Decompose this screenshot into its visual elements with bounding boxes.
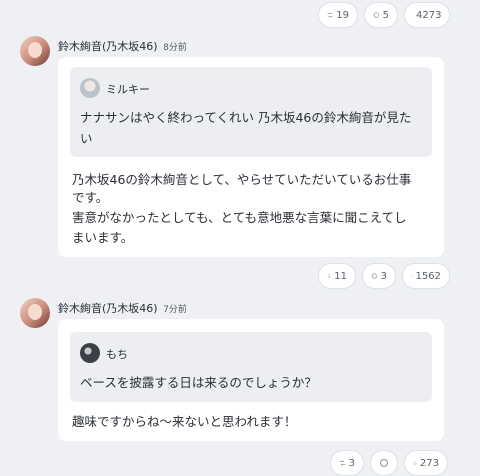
repost-button[interactable]: 19 — [318, 2, 358, 28]
cheer-button[interactable]: 1562 — [402, 263, 450, 289]
post-author[interactable]: 鈴木絢音(乃木坂46) 8分前 — [58, 38, 187, 54]
question-box: もち ベースを披露する日は来るのでしょうか？ — [70, 332, 432, 402]
repost-count: 3 — [348, 457, 355, 469]
question-text-2: い — [80, 131, 93, 146]
cheer-icon — [411, 275, 413, 277]
post-reaction-bar: 3 273 — [330, 450, 448, 476]
repost-count: 19 — [336, 9, 349, 21]
question-box: ミルキー ナナサンはやく終わってくれい 乃木坂46の鈴木絢音が見た い — [70, 67, 432, 157]
repost-icon — [327, 12, 333, 18]
author-name: 鈴木絢音(乃木坂46) — [58, 40, 158, 53]
reply-button[interactable]: 3 — [362, 263, 396, 289]
question-user-avatar — [80, 343, 100, 363]
post-time: 8分前 — [163, 43, 187, 53]
answer-line-2: です。 — [72, 190, 109, 205]
post-reaction-bar: 11 3 1562 — [318, 263, 450, 289]
cheer-button[interactable]: 273 — [404, 450, 448, 476]
post-card: ミルキー ナナサンはやく終わってくれい 乃木坂46の鈴木絢音が見た い 乃木坂4… — [58, 57, 444, 257]
answer-line-1: 乃木坂46の鈴木絢音として、やらせていただいているお仕事 — [72, 172, 412, 187]
repost-icon — [339, 460, 345, 466]
reply-count: 5 — [382, 9, 389, 21]
cheer-button[interactable]: 4273 — [404, 2, 450, 28]
top-reaction-bar: 19 5 4273 — [318, 2, 450, 28]
question-user-name: もち — [106, 348, 128, 361]
question-text-1: ベースを披露する日は来るのでしょうか？ — [80, 375, 317, 390]
reply-icon — [371, 273, 377, 279]
cheer-count: 1562 — [415, 270, 441, 282]
question-user-avatar — [80, 78, 100, 98]
repost-icon — [327, 274, 331, 278]
repost-count: 11 — [334, 270, 347, 282]
reply-count: 3 — [380, 270, 387, 282]
reply-icon — [380, 459, 388, 467]
reply-icon — [373, 12, 379, 18]
question-text-1: ナナサンはやく終わってくれい 乃木坂46の鈴木絢音が見た — [80, 110, 412, 125]
repost-button[interactable]: 3 — [330, 450, 364, 476]
cheer-icon — [413, 461, 417, 465]
cheer-count: 273 — [419, 457, 439, 469]
avatar[interactable] — [20, 36, 50, 66]
answer-line-1: 趣味ですからね～来ないと思われます！ — [72, 414, 297, 429]
cheer-count: 4273 — [416, 9, 442, 21]
reply-button[interactable]: 5 — [364, 2, 398, 28]
question-user-name: ミルキー — [106, 83, 150, 96]
answer-line-4: まいます。 — [72, 230, 134, 245]
repost-button[interactable]: 11 — [318, 263, 356, 289]
author-name: 鈴木絢音(乃木坂46) — [58, 302, 158, 315]
post-author[interactable]: 鈴木絢音(乃木坂46) 7分前 — [58, 300, 187, 316]
post-time: 7分前 — [163, 305, 187, 315]
avatar[interactable] — [20, 298, 50, 328]
post-card: もち ベースを披露する日は来るのでしょうか？ 趣味ですからね～来ないと思われます… — [58, 319, 444, 441]
answer-line-3: 害意がなかったとしても、とても意地悪な言葉に聞こえてし — [72, 210, 407, 225]
reply-button[interactable] — [370, 450, 398, 476]
